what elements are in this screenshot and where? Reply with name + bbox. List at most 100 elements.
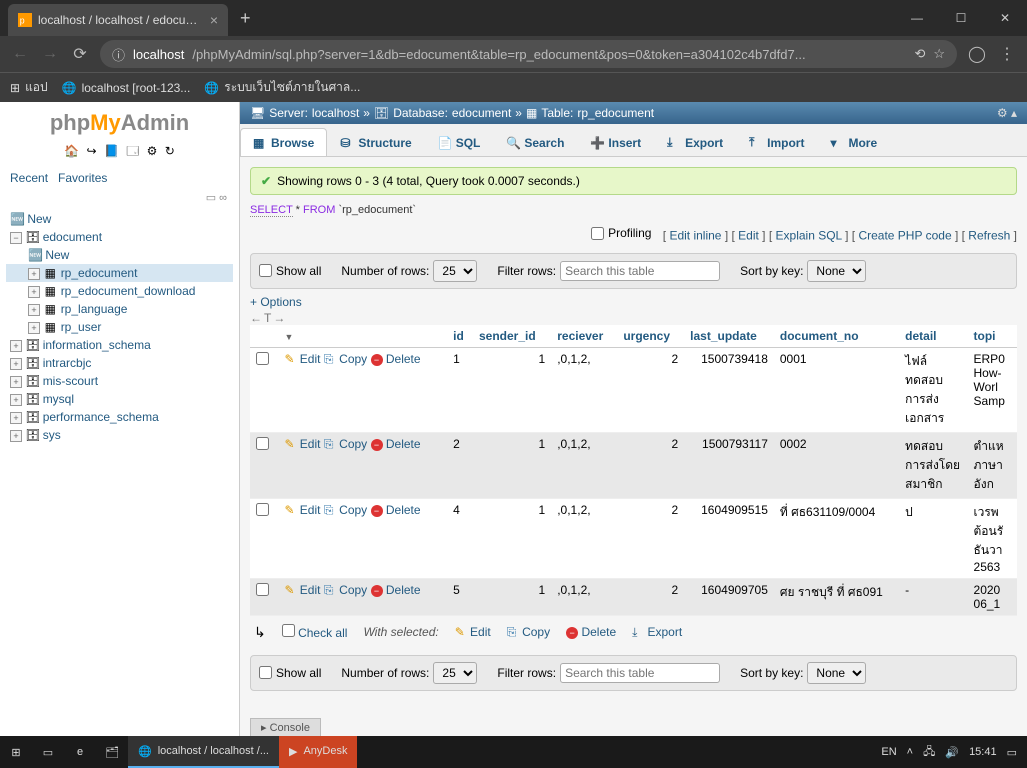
cell-last_update[interactable]: 1500793117 [684, 432, 774, 498]
tree-table-user[interactable]: rp_user [61, 320, 102, 334]
cell-urgency[interactable]: 2 [617, 432, 684, 498]
close-window-button[interactable]: ✕ [983, 0, 1027, 36]
site-info-icon[interactable]: ⓘ [112, 45, 125, 64]
sortkey-select[interactable]: None [807, 260, 866, 282]
bookmark-star-icon[interactable]: ☆ [933, 46, 945, 62]
row-delete[interactable]: − Delete [371, 352, 421, 366]
new-tab-button[interactable]: + [240, 8, 251, 29]
cell-topic[interactable]: ตำแห ภาษา อังก [968, 432, 1017, 498]
cell-sender_id[interactable]: 1 [473, 498, 551, 578]
translate-icon[interactable]: ⟲ [914, 46, 925, 62]
cell-document_no[interactable]: ที่ ศธ631109/0004 [774, 498, 899, 578]
link-icon[interactable]: ∞ [219, 192, 227, 204]
cell-sender_id[interactable]: 1 [473, 578, 551, 615]
task-view-button[interactable]: ▭ [32, 736, 64, 768]
col-sender_id[interactable]: sender_id [473, 325, 551, 348]
expand-icon[interactable]: + [10, 394, 22, 406]
collapse-icon[interactable]: ▭ [206, 192, 216, 204]
cell-document_no[interactable]: 0002 [774, 432, 899, 498]
cell-detail[interactable]: ป [899, 498, 967, 578]
cell-last_update[interactable]: 1604909705 [684, 578, 774, 615]
reload-button[interactable]: ⟳ [70, 44, 90, 64]
tray-time[interactable]: 15:41 [969, 746, 997, 758]
tree-db-intrarcbjc[interactable]: intrarcbjc [43, 356, 92, 370]
row-edit[interactable]: ✎ Edit [284, 583, 320, 597]
filter-input-2[interactable] [560, 663, 720, 683]
console-toggle[interactable]: ▸ Console [250, 718, 321, 736]
recent-tab[interactable]: Recent [10, 171, 48, 185]
col-id[interactable]: id [447, 325, 473, 348]
back-button[interactable]: ← [10, 45, 30, 63]
col-detail[interactable]: detail [899, 325, 967, 348]
row-edit[interactable]: ✎ Edit [284, 437, 320, 451]
sql-icon[interactable]: 🗔 [126, 144, 139, 158]
bulk-export[interactable]: ⤓ Export [632, 625, 682, 640]
edit-inline-link[interactable]: Edit inline [669, 229, 721, 243]
check-all-link[interactable]: Check all [298, 626, 347, 640]
tab-export[interactable]: ⤓Export [654, 128, 736, 156]
home-icon[interactable]: 🏠 [64, 144, 79, 158]
expand-icon[interactable]: + [28, 304, 40, 316]
cell-sender_id[interactable]: 1 [473, 432, 551, 498]
cell-topic[interactable]: ERP0 How- Worl Samp [968, 347, 1017, 432]
tree-db-mysql[interactable]: mysql [43, 392, 74, 406]
row-copy[interactable]: ⎘ Copy [324, 583, 367, 597]
col-reciever[interactable]: reciever [551, 325, 617, 348]
cell-reciever[interactable]: ,0,1,2, [551, 432, 617, 498]
expand-icon[interactable]: + [28, 322, 40, 334]
profiling-checkbox[interactable] [591, 227, 604, 240]
filter-input[interactable] [560, 261, 720, 281]
apps-shortcut[interactable]: ⊞ แอป [10, 78, 48, 97]
check-all-checkbox[interactable] [282, 624, 295, 637]
cell-detail[interactable]: ทดสอบการส่งโดยสมาชิก [899, 432, 967, 498]
column-nav-arrows[interactable]: ←T→ [250, 311, 1017, 325]
tray-up-icon[interactable]: ˄ [907, 746, 913, 758]
row-checkbox[interactable] [256, 437, 269, 450]
sortkey-select-2[interactable]: None [807, 662, 866, 684]
row-edit[interactable]: ✎ Edit [284, 352, 320, 366]
expand-icon[interactable]: + [10, 430, 22, 442]
expand-icon[interactable]: + [10, 376, 22, 388]
cell-reciever[interactable]: ,0,1,2, [551, 347, 617, 432]
col-document_no[interactable]: document_no [774, 325, 899, 348]
tree-db-mis-scourt[interactable]: mis-scourt [43, 374, 98, 388]
cell-document_no[interactable]: ศย ราชบุรี ที่ ศธ091 [774, 578, 899, 615]
row-copy[interactable]: ⎘ Copy [324, 503, 367, 517]
forward-button[interactable]: → [40, 45, 60, 63]
tab-more[interactable]: ▾More [817, 128, 890, 156]
cell-id[interactable]: 4 [447, 498, 473, 578]
bulk-copy[interactable]: ⎘ Copy [507, 625, 550, 640]
show-all-checkbox-2[interactable] [259, 666, 272, 679]
tab-sql[interactable]: 📄SQL [425, 128, 494, 156]
row-copy[interactable]: ⎘ Copy [324, 437, 367, 451]
col-last_update[interactable]: last_update [684, 325, 774, 348]
tab-search[interactable]: 🔍Search [493, 128, 577, 156]
row-edit[interactable]: ✎ Edit [284, 503, 320, 517]
tree-db-perfschema[interactable]: performance_schema [43, 410, 159, 424]
tray-volume-icon[interactable]: 🔊 [945, 746, 959, 759]
cell-urgency[interactable]: 2 [617, 347, 684, 432]
options-toggle[interactable]: + Options [250, 295, 1017, 309]
browser-tab[interactable]: p localhost / localhost / edocumen × [8, 4, 228, 36]
cell-reciever[interactable]: ,0,1,2, [551, 578, 617, 615]
cell-document_no[interactable]: 0001 [774, 347, 899, 432]
tree-db-infoschema[interactable]: information_schema [43, 338, 151, 352]
numrows-select-2[interactable]: 25 [433, 662, 477, 684]
cell-id[interactable]: 5 [447, 578, 473, 615]
tree-new-db[interactable]: New [27, 212, 51, 226]
tab-insert[interactable]: ➕Insert [577, 128, 654, 156]
edit-query-link[interactable]: Edit [738, 229, 759, 243]
tree-table-language[interactable]: rp_language [61, 302, 128, 316]
bulk-delete[interactable]: − Delete [566, 625, 616, 639]
page-settings-icon[interactable]: ⚙ ▴ [997, 106, 1017, 120]
col-urgency[interactable]: urgency [617, 325, 684, 348]
row-checkbox[interactable] [256, 352, 269, 365]
tab-browse[interactable]: ▦Browse [240, 128, 327, 156]
tree-table-download[interactable]: rp_edocument_download [61, 284, 196, 298]
row-delete[interactable]: − Delete [371, 583, 421, 597]
start-button[interactable]: ⊞ [0, 736, 32, 768]
show-all-checkbox[interactable] [259, 264, 272, 277]
col-topic[interactable]: topi [968, 325, 1017, 348]
cell-topic[interactable]: 2020 06_1 [968, 578, 1017, 615]
row-checkbox[interactable] [256, 503, 269, 516]
